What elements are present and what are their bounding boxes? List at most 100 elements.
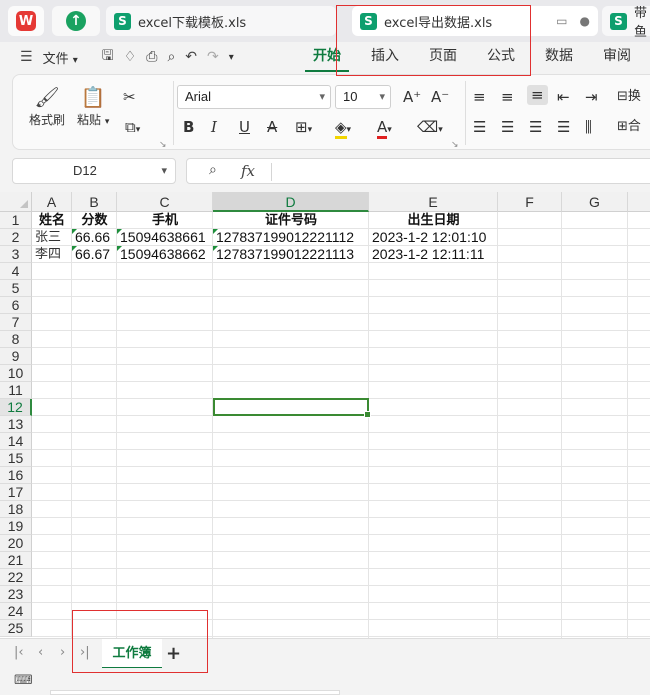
prev-sheet-icon[interactable]: ‹: [38, 645, 43, 660]
cell-c3[interactable]: 15094638662: [117, 246, 213, 263]
italic-button[interactable]: I: [211, 117, 217, 137]
next-sheet-icon[interactable]: ›: [60, 645, 65, 660]
tab-page[interactable]: 页面: [414, 42, 472, 72]
row-header[interactable]: 7: [0, 314, 32, 331]
paint-icon[interactable]: ♢: [124, 49, 137, 65]
copy-icon[interactable]: ⧉▾: [125, 117, 140, 140]
cell-b1[interactable]: 分数: [72, 212, 117, 229]
row-header[interactable]: 16: [0, 467, 32, 484]
wps-home-tab[interactable]: W: [8, 6, 44, 36]
redo-icon[interactable]: ↷: [207, 49, 219, 65]
cell-b2[interactable]: 66.66: [72, 229, 117, 246]
cell-c1[interactable]: 手机: [117, 212, 213, 229]
fx-icon[interactable]: fx: [241, 162, 255, 180]
align-bottom-icon[interactable]: ≡: [527, 85, 548, 105]
column-header-b[interactable]: B: [72, 192, 117, 212]
align-middle-icon[interactable]: ≡: [501, 87, 514, 107]
cell-e2[interactable]: 2023-1-2 12:01:10: [369, 229, 498, 246]
zoom-icon[interactable]: ⌕: [209, 162, 217, 178]
first-sheet-icon[interactable]: |‹: [14, 645, 24, 660]
hamburger-icon[interactable]: ☰: [20, 49, 33, 65]
chevron-down-icon[interactable]: ▾: [229, 52, 234, 63]
strikethrough-button[interactable]: A: [267, 117, 277, 137]
print-preview-icon[interactable]: ⌕: [167, 49, 175, 65]
expand-icon[interactable]: ↘: [159, 135, 167, 155]
undo-icon[interactable]: ↶: [185, 49, 197, 65]
align-top-icon[interactable]: ≡: [473, 87, 486, 107]
print-icon[interactable]: ⎙: [146, 49, 157, 65]
paste-button[interactable]: 📋 粘贴 ▾: [77, 85, 109, 128]
column-header-a[interactable]: A: [32, 192, 72, 212]
tab-review[interactable]: 审阅: [588, 42, 646, 72]
row-header[interactable]: 14: [0, 433, 32, 450]
cell-d1[interactable]: 证件号码: [213, 212, 369, 229]
name-box[interactable]: D12 ▾: [12, 158, 176, 184]
distribute-icon[interactable]: ⫼: [585, 117, 592, 137]
row-header[interactable]: 5: [0, 280, 32, 297]
cell-a3[interactable]: 李四: [32, 246, 72, 263]
column-header-e[interactable]: E: [369, 192, 498, 212]
row-header[interactable]: 13: [0, 416, 32, 433]
column-header-g[interactable]: G: [562, 192, 628, 212]
row-header[interactable]: 25: [0, 620, 32, 637]
spreadsheet-grid[interactable]: A B C D E F G 1 2 3 4 5 6 7 8 9 10 11 12…: [0, 192, 650, 638]
justify-icon[interactable]: ☰: [557, 117, 570, 137]
row-header[interactable]: 24: [0, 603, 32, 620]
column-header-f[interactable]: F: [498, 192, 562, 212]
row-header[interactable]: 21: [0, 552, 32, 569]
cell-b3[interactable]: 66.67: [72, 246, 117, 263]
expand-icon[interactable]: ↘: [451, 135, 459, 155]
formula-bar[interactable]: ⌕ fx: [186, 158, 650, 184]
row-header[interactable]: 6: [0, 297, 32, 314]
align-right-icon[interactable]: ☰: [529, 117, 542, 137]
monitor-icon[interactable]: ▭: [556, 14, 567, 28]
cell-d3[interactable]: 127837199012221113: [213, 246, 369, 263]
align-left-icon[interactable]: ☰: [473, 117, 486, 137]
save-icon[interactable]: 🖫: [102, 45, 114, 69]
row-header[interactable]: 9: [0, 348, 32, 365]
row-header[interactable]: 11: [0, 382, 32, 399]
row-header[interactable]: 2: [0, 229, 32, 246]
column-header-d[interactable]: D: [213, 192, 369, 212]
font-color-icon[interactable]: A▾: [377, 117, 392, 140]
row-header[interactable]: 23: [0, 586, 32, 603]
fill-color-icon[interactable]: ◈▾: [335, 117, 351, 140]
font-name-select[interactable]: Arial ▾: [177, 85, 331, 109]
row-header[interactable]: 15: [0, 450, 32, 467]
macro-icon[interactable]: ⌨: [14, 673, 33, 688]
row-header[interactable]: 17: [0, 484, 32, 501]
row-header-selected[interactable]: 12: [0, 399, 32, 416]
select-all-corner[interactable]: [0, 192, 32, 212]
tab-home[interactable]: 开始: [305, 42, 349, 72]
row-header[interactable]: 22: [0, 569, 32, 586]
tab-formula[interactable]: 公式: [472, 42, 530, 72]
active-cell-d12[interactable]: [213, 398, 371, 418]
align-center-icon[interactable]: ☰: [501, 117, 514, 137]
column-header-more[interactable]: [628, 192, 650, 212]
sheet-tab-workbook[interactable]: 工作簿: [102, 639, 162, 669]
tab-data[interactable]: 数据: [530, 42, 588, 72]
cell-d2[interactable]: 127837199012221112: [213, 229, 369, 246]
row-header[interactable]: 20: [0, 535, 32, 552]
file-tab-other[interactable]: S 带鱼: [602, 6, 650, 40]
cell-c2[interactable]: 15094638661: [117, 229, 213, 246]
upload-tab[interactable]: ↑: [52, 6, 100, 36]
font-grow-icon[interactable]: A⁺: [403, 87, 421, 107]
file-menu[interactable]: 文件 ▾: [43, 48, 78, 67]
row-header[interactable]: 3: [0, 246, 32, 263]
row-header[interactable]: 1: [0, 212, 32, 229]
status-scroll-bar[interactable]: [50, 690, 340, 695]
last-sheet-icon[interactable]: ›|: [80, 645, 90, 660]
cut-icon[interactable]: ✂: [123, 87, 136, 107]
add-sheet-button[interactable]: +: [166, 643, 181, 664]
row-header[interactable]: 4: [0, 263, 32, 280]
bold-button[interactable]: B: [183, 117, 194, 137]
indent-decrease-icon[interactable]: ⇤: [557, 87, 570, 107]
row-header[interactable]: 10: [0, 365, 32, 382]
row-header[interactable]: 19: [0, 518, 32, 535]
underline-button[interactable]: U: [239, 117, 250, 137]
indent-increase-icon[interactable]: ⇥: [585, 87, 598, 107]
font-shrink-icon[interactable]: A⁻: [431, 87, 449, 107]
merge-button[interactable]: ⊞合: [617, 117, 641, 137]
file-tab-export[interactable]: S excel导出数据.xls ▭ ●: [352, 6, 598, 36]
